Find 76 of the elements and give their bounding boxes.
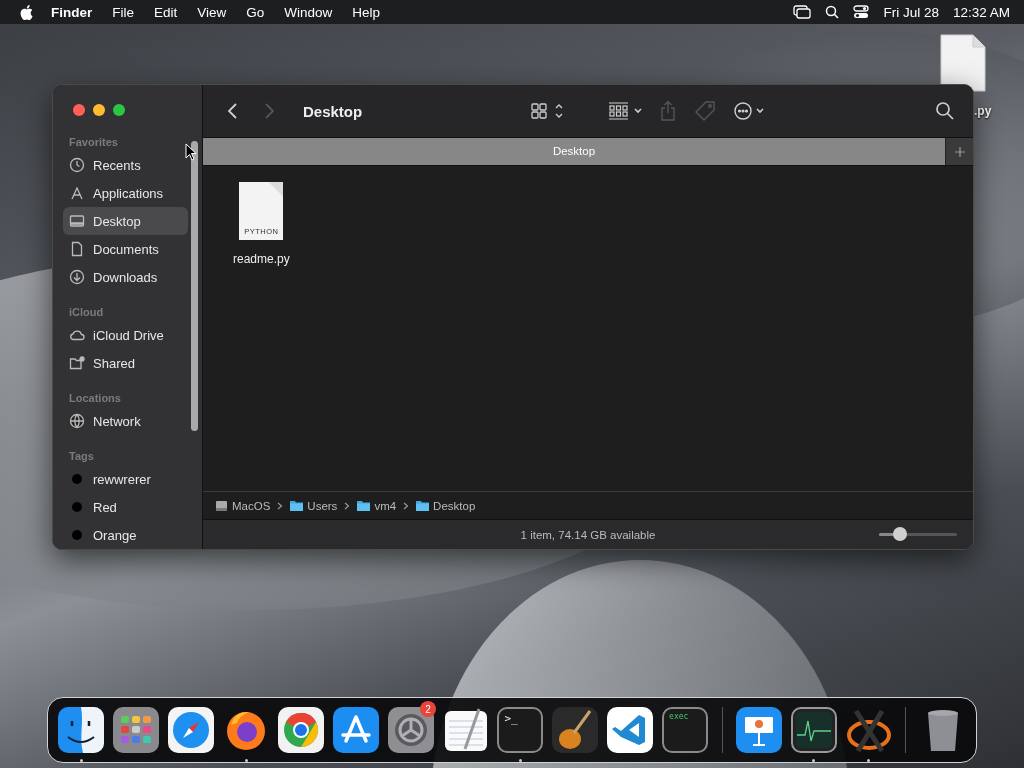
search-icon[interactable] [825,5,840,19]
smiling-face-icon[interactable] [58,707,105,753]
slider-thumb[interactable] [893,527,908,541]
menu-item[interactable]: Go [246,4,265,20]
x-ring-icon[interactable] [845,707,892,753]
sidebar-heading: Favorites [68,135,119,150]
window-title: Desktop [303,102,363,120]
zoom-button[interactable] [113,104,125,116]
sidebar-item[interactable]: Applications [63,179,188,207]
sidebar-item[interactable]: Network [63,407,188,435]
apps-icon [69,185,85,201]
file-name[interactable]: readme.py [233,252,290,266]
sidebar-item[interactable]: Red [63,493,188,521]
ring-logo-icon[interactable] [277,707,324,753]
path-item[interactable]: Users [290,499,338,512]
app-grid-icon[interactable] [113,707,160,753]
download-icon [69,269,85,285]
chevron-icon [403,501,410,510]
apple-logo-icon[interactable] [20,4,33,20]
exec-terminal-icon[interactable]: exec [662,707,709,753]
heartbeat-monitor-icon[interactable] [790,707,837,753]
sidebar-item[interactable]: Downloads [63,263,188,291]
desktop-icon [69,213,85,229]
lectern-icon[interactable] [735,707,782,753]
sidebar-item[interactable]: Desktop [63,207,188,235]
minimize-button[interactable] [93,104,105,116]
sidebar-heading: Tags [68,449,95,464]
terminal-icon[interactable]: >_ [497,707,544,753]
notification-badge: 2 [420,701,437,717]
screen-mirroring-icon[interactable] [793,5,812,19]
menu-app-name[interactable]: Finder [51,4,93,20]
sidebar-item[interactable]: Shared [63,349,188,377]
compass-icon[interactable] [168,707,215,753]
path-item[interactable]: MacOS [215,499,271,512]
folder-icon [416,500,430,511]
shared-folder-icon [69,355,85,371]
notepad-pen-icon[interactable] [442,707,489,753]
globe-icon [69,413,85,429]
menu-item[interactable]: Edit [154,4,178,20]
status-text: 1 item, 74.14 GB available [520,528,656,541]
file-name[interactable]: .py [974,104,992,118]
chevron-icon [277,501,284,510]
sidebar-item[interactable]: rewwrerer [63,465,188,493]
guitar-icon[interactable] [552,707,599,753]
code-editor-icon[interactable] [607,707,654,753]
sidebar-item[interactable]: Orange [63,521,188,549]
new-tab-button[interactable] [945,138,973,165]
folder-icon [357,500,371,511]
close-button[interactable] [73,104,85,116]
menu-item[interactable]: Help [352,4,381,20]
menu-item[interactable]: Window [284,4,333,20]
mouse-pointer-icon [185,143,197,161]
letter-a-icon[interactable] [332,707,379,753]
menu-date[interactable]: Fri Jul 28 [883,4,939,20]
gear-icon[interactable] [387,707,434,753]
scrollbar-thumb[interactable] [191,141,198,431]
folder-icon [290,500,304,511]
chevron-icon [344,501,351,510]
sidebar-heading: Locations [68,391,122,406]
path-item[interactable]: Desktop [416,499,476,512]
document-icon[interactable] [939,34,986,92]
menu-item[interactable]: File [112,4,135,20]
sidebar-item[interactable]: Documents [63,235,188,263]
document-icon [69,241,85,257]
plus-icon [953,145,966,158]
menu-item[interactable]: View [197,4,227,20]
menu-time[interactable]: 12:32 AM [952,4,1010,20]
icon-size-slider[interactable] [879,527,957,541]
search-button[interactable] [935,101,955,121]
path-item[interactable]: vm4 [357,499,397,512]
sidebar-heading: iCloud [68,305,105,320]
sidebar-item[interactable]: iCloud Drive [63,321,188,349]
clock-icon [69,157,85,173]
group-button[interactable] [607,101,644,121]
sidebar-item[interactable]: Recents [63,151,188,179]
control-center-icon[interactable] [853,5,870,19]
